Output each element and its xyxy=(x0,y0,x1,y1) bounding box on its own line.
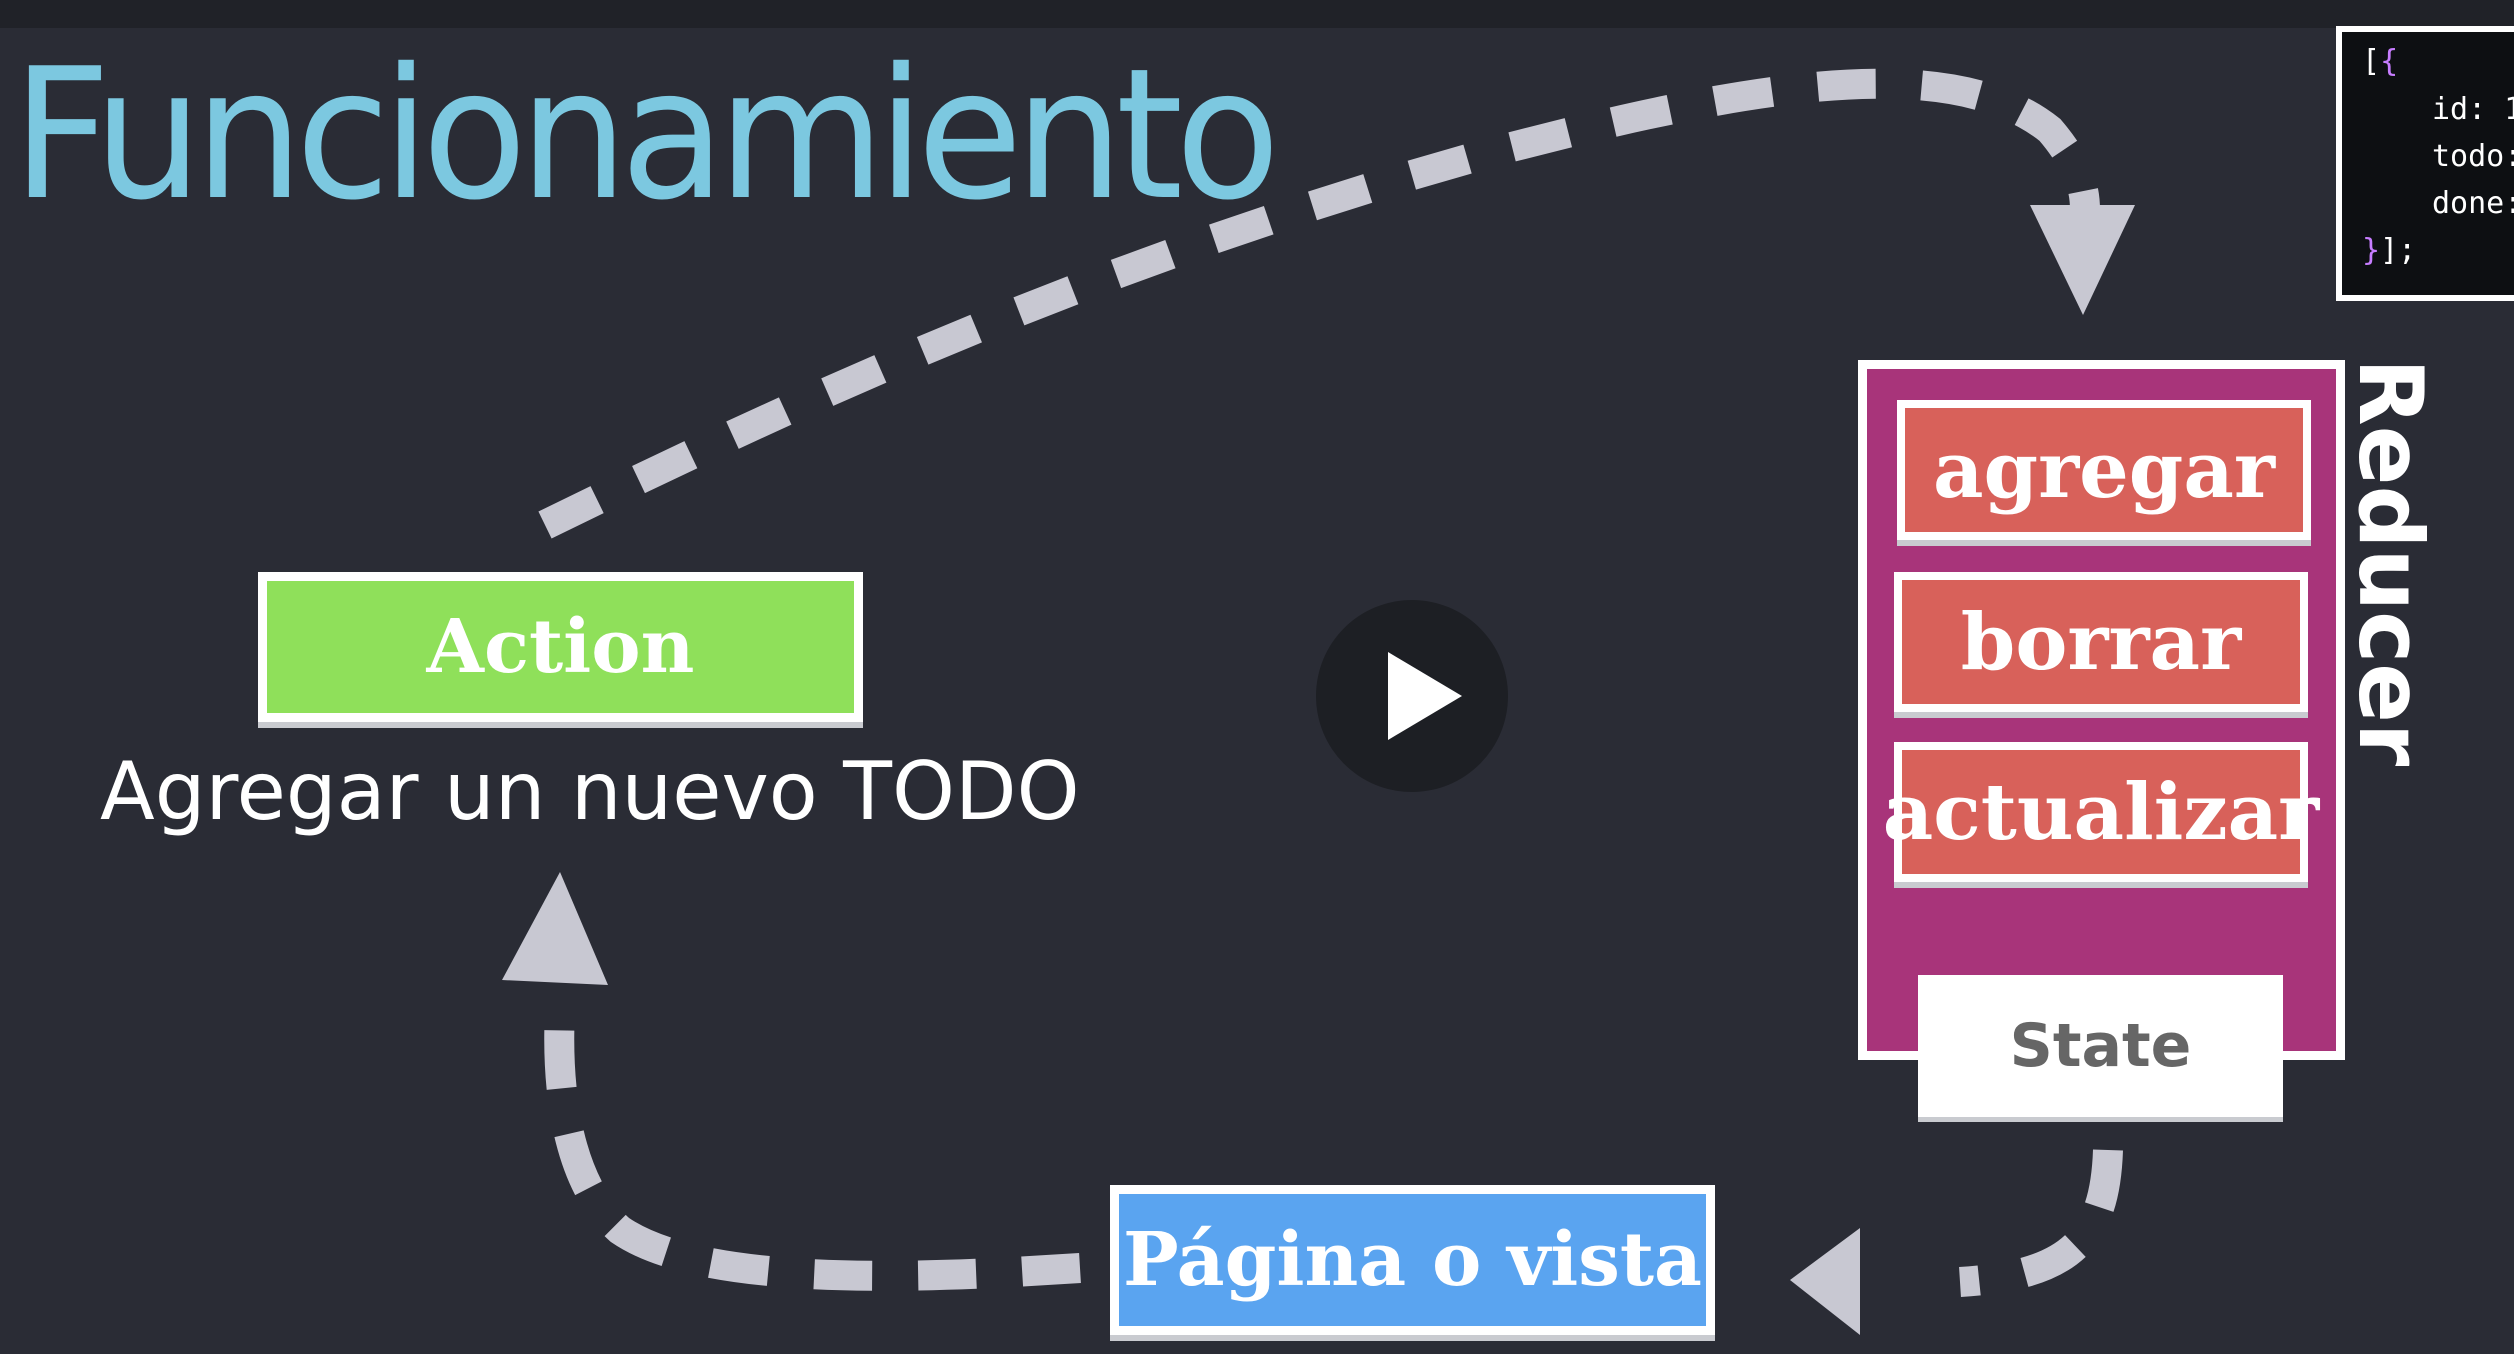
code-line-3: todo: xyxy=(2432,139,2514,174)
arrowhead-left-icon xyxy=(1790,1228,1860,1335)
arrowhead-down-icon xyxy=(2030,205,2135,315)
code-token: } xyxy=(2362,233,2381,268)
reducer-action-label: actualizar xyxy=(1882,766,2320,858)
code-token: ]; xyxy=(2380,233,2417,268)
page-title: Funcionamiento xyxy=(12,28,1280,241)
state-label: State xyxy=(2009,1011,2192,1081)
reducer-label: Reducer xyxy=(2339,358,2442,767)
code-snippet-panel: [{ id: 1 todo: done: }]; xyxy=(2336,26,2514,301)
code-token: { xyxy=(2380,44,2399,79)
view-label: Página o vista xyxy=(1123,1217,1702,1303)
code-line-1: [{ xyxy=(2362,44,2398,79)
reducer-action-label: agregar xyxy=(1933,424,2275,516)
arrowhead-up-icon xyxy=(502,872,608,985)
play-icon xyxy=(1388,652,1462,740)
reducer-action-agregar: agregar xyxy=(1897,400,2311,540)
arrow-view-to-action xyxy=(544,1009,1081,1291)
code-line-5: }]; xyxy=(2362,233,2416,268)
reducer-action-label: borrar xyxy=(1960,596,2242,688)
arrow-state-to-view xyxy=(1959,1149,2123,1297)
code-token: [ xyxy=(2362,44,2381,79)
play-button[interactable] xyxy=(1316,600,1508,792)
action-description: Agregar un nuevo TODO xyxy=(100,745,1080,838)
reducer-action-actualizar: actualizar xyxy=(1883,742,2319,882)
reducer-action-borrar: borrar xyxy=(1894,572,2308,712)
action-box: Action xyxy=(258,572,863,722)
action-label: Action xyxy=(426,604,695,690)
code-line-2: id: 1 xyxy=(2432,92,2514,127)
state-box: State xyxy=(1918,975,2283,1117)
view-box: Página o vista xyxy=(1110,1185,1715,1335)
code-line-4: done: xyxy=(2432,186,2514,221)
